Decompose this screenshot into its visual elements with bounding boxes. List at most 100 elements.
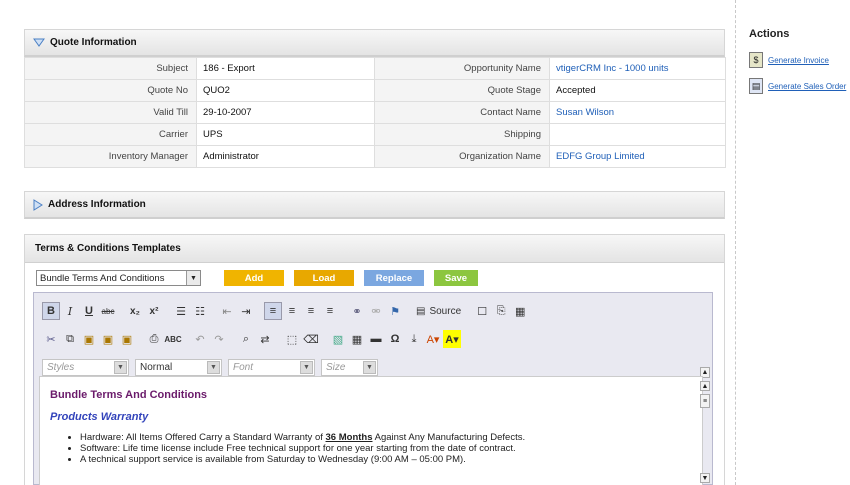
opportunity-name-link[interactable]: vtigerCRM Inc - 1000 units bbox=[556, 63, 668, 74]
font-combo[interactable]: Font ▼ bbox=[228, 358, 315, 376]
scrollbar-thumb[interactable]: ≡ bbox=[700, 394, 710, 408]
add-button[interactable]: Add bbox=[224, 270, 284, 286]
warranty-list: Hardware: All Items Offered Carry a Stan… bbox=[80, 432, 692, 465]
quote-info-table: Subject 186 - Export Opportunity Name vt… bbox=[24, 57, 726, 168]
generate-sales-order-link[interactable]: Generate Sales Order bbox=[768, 82, 846, 91]
text-color-icon[interactable]: A▾ bbox=[424, 330, 442, 348]
organization-name-label: Organization Name bbox=[374, 145, 550, 168]
spellcheck-icon[interactable]: ABC bbox=[164, 330, 182, 348]
organization-name-link[interactable]: EDFG Group Limited bbox=[556, 151, 645, 162]
table-row: Subject 186 - Export Opportunity Name vt… bbox=[24, 57, 726, 80]
generate-invoice-link[interactable]: Generate Invoice bbox=[768, 56, 829, 65]
superscript-icon[interactable]: x² bbox=[145, 302, 163, 320]
terms-conditions-header: Terms & Conditions Templates bbox=[25, 235, 724, 263]
image-icon[interactable]: ▧ bbox=[329, 330, 347, 348]
table-row: Valid Till 29-10-2007 Contact Name Susan… bbox=[24, 101, 726, 124]
find-icon[interactable]: ⌕ bbox=[237, 330, 255, 348]
list-item: A technical support service is available… bbox=[80, 454, 692, 465]
numbered-list-icon[interactable]: ☰ bbox=[172, 302, 190, 320]
preview-icon[interactable]: ⎘ bbox=[492, 302, 510, 320]
quote-information-header[interactable]: Quote Information bbox=[24, 29, 725, 57]
justify-icon[interactable]: ≡ bbox=[321, 302, 339, 320]
size-combo[interactable]: Size ▼ bbox=[321, 358, 378, 376]
contact-name-link[interactable]: Susan Wilson bbox=[556, 107, 614, 118]
italic-icon[interactable]: I bbox=[61, 302, 79, 320]
select-all-icon[interactable]: ⬚ bbox=[283, 330, 301, 348]
scroll-down-arrow[interactable]: ▼ bbox=[700, 473, 710, 483]
templates-icon[interactable]: ▦ bbox=[511, 302, 529, 320]
special-char-icon[interactable]: Ω bbox=[386, 330, 404, 348]
strikethrough-icon[interactable]: abc bbox=[99, 302, 117, 320]
paste-icon[interactable]: ▣ bbox=[80, 330, 98, 348]
align-right-icon[interactable]: ≡ bbox=[302, 302, 320, 320]
link-icon[interactable]: ⚭ bbox=[348, 302, 366, 320]
table-row: Inventory Manager Administrator Organiza… bbox=[24, 145, 726, 168]
actions-title: Actions bbox=[749, 28, 790, 40]
generate-invoice-action[interactable]: $ Generate Invoice bbox=[749, 52, 850, 68]
paste-word-icon[interactable]: ▣ bbox=[118, 330, 136, 348]
list-item-text: Software: Life time license include Free… bbox=[80, 443, 516, 454]
anchor-flag-icon[interactable]: ⚑ bbox=[386, 302, 404, 320]
list-item: Hardware: All Items Offered Carry a Stan… bbox=[80, 432, 692, 443]
align-left-icon[interactable]: ≡ bbox=[264, 302, 282, 320]
template-select[interactable]: Bundle Terms And Conditions ▼ bbox=[36, 270, 201, 286]
list-item: Software: Life time license include Free… bbox=[80, 443, 692, 454]
template-select-value: Bundle Terms And Conditions bbox=[40, 272, 165, 284]
format-combo[interactable]: Normal ▼ bbox=[135, 358, 222, 376]
styles-placeholder: Styles bbox=[47, 361, 75, 373]
list-item-text: Hardware: All Items Offered Carry a Stan… bbox=[80, 432, 326, 443]
invoice-icon: $ bbox=[749, 52, 763, 68]
source-label: Source bbox=[429, 305, 462, 317]
chevron-right-icon bbox=[33, 198, 43, 211]
font-placeholder: Font bbox=[233, 361, 254, 373]
quote-no-label: Quote No bbox=[24, 79, 197, 102]
redo-icon[interactable]: ↷ bbox=[210, 330, 228, 348]
bold-icon[interactable]: B bbox=[42, 302, 60, 320]
cut-icon[interactable]: ✂ bbox=[42, 330, 60, 348]
new-page-icon[interactable]: ☐ bbox=[473, 302, 491, 320]
underline-icon[interactable]: U bbox=[80, 302, 98, 320]
subscript-icon[interactable]: x₂ bbox=[126, 302, 144, 320]
inventory-manager-label: Inventory Manager bbox=[24, 145, 197, 168]
main-content: Quote Information Subject 186 - Export O… bbox=[0, 0, 735, 485]
quote-information-section: Quote Information Subject 186 - Export O… bbox=[24, 29, 726, 168]
content-subheading: Products Warranty bbox=[50, 411, 149, 423]
styles-combo[interactable]: Styles ▼ bbox=[42, 358, 129, 376]
copy-icon[interactable]: ⧉ bbox=[61, 330, 79, 348]
horizontal-rule-icon[interactable]: ▬ bbox=[367, 330, 385, 348]
generate-sales-order-action[interactable]: ▤ Generate Sales Order bbox=[749, 78, 850, 94]
section-title: Quote Information bbox=[50, 37, 137, 48]
section-title: Address Information bbox=[48, 199, 146, 210]
align-center-icon[interactable]: ≡ bbox=[283, 302, 301, 320]
shipping-value bbox=[549, 123, 726, 146]
source-button[interactable]: ▤ Source bbox=[413, 302, 464, 320]
page-break-icon[interactable]: ⤓ bbox=[405, 330, 423, 348]
indent-icon[interactable]: ⇥ bbox=[237, 302, 255, 320]
remove-format-icon[interactable]: ⌫ bbox=[302, 330, 320, 348]
table-icon[interactable]: ▦ bbox=[348, 330, 366, 348]
bulleted-list-icon[interactable]: ☷ bbox=[191, 302, 209, 320]
content-heading: Bundle Terms And Conditions bbox=[50, 389, 208, 401]
table-row: Carrier UPS Shipping bbox=[24, 123, 726, 146]
save-button[interactable]: Save bbox=[434, 270, 478, 286]
undo-icon[interactable]: ↶ bbox=[191, 330, 209, 348]
outdent-icon[interactable]: ⇤ bbox=[218, 302, 236, 320]
source-icon: ▤ bbox=[416, 305, 426, 317]
replace-button[interactable]: Replace bbox=[364, 270, 424, 286]
format-value: Normal bbox=[140, 361, 173, 373]
replace-icon[interactable]: ⇄ bbox=[256, 330, 274, 348]
background-color-icon[interactable]: A▾ bbox=[443, 330, 461, 348]
carrier-value: UPS bbox=[196, 123, 375, 146]
load-button[interactable]: Load bbox=[294, 270, 354, 286]
unlink-icon[interactable]: ⚮ bbox=[367, 302, 385, 320]
editor-content-area[interactable]: Bundle Terms And Conditions Products War… bbox=[39, 376, 703, 485]
rich-text-editor: B I U abc x₂ x² ☰ ☷ ⇤ ⇥ ≡ ≡ ≡ ≡ ⚭ ⚮ ⚑ ▤ bbox=[33, 292, 713, 485]
print-icon[interactable]: ⎙ bbox=[145, 330, 163, 348]
table-row: Quote No QUO2 Quote Stage Accepted bbox=[24, 79, 726, 102]
list-item-text: A technical support service is available… bbox=[80, 454, 466, 465]
scroll-up-arrow[interactable]: ▲ bbox=[700, 381, 710, 391]
editor-toolbar-row-1: B I U abc x₂ x² ☰ ☷ ⇤ ⇥ ≡ ≡ ≡ ≡ ⚭ ⚮ ⚑ ▤ bbox=[34, 299, 712, 323]
paste-text-icon[interactable]: ▣ bbox=[99, 330, 117, 348]
editor-toolbar-row-2: ✂ ⧉ ▣ ▣ ▣ ⎙ ABC ↶ ↷ ⌕ ⇄ ⬚ ⌫ ▧ ▦ ▬ Ω ⤓ A▾… bbox=[34, 327, 712, 351]
address-information-header[interactable]: Address Information bbox=[24, 191, 725, 219]
